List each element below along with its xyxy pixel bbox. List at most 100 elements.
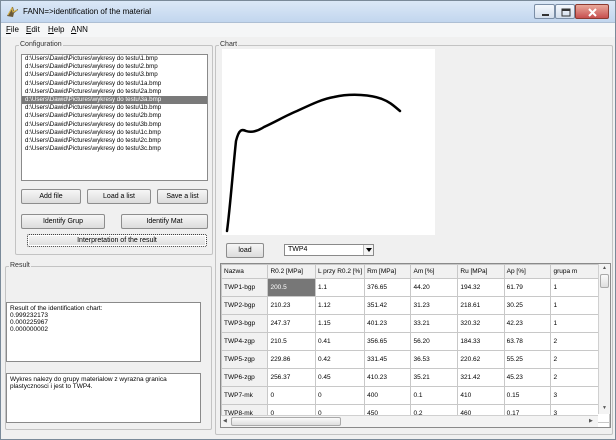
menu-file[interactable]: File — [6, 25, 19, 34]
table-cell[interactable]: 210.5 — [267, 332, 316, 351]
table-row[interactable]: TWP7-mk 0 0 400 0.1 410 0.15 3 — [221, 386, 610, 405]
table-row[interactable]: TWP4-zgp 210.5 0.41 356.65 56.20 184.33 63.78 2 — [221, 332, 610, 351]
table-cell[interactable]: 229.86 — [267, 350, 316, 369]
menu-help[interactable]: Help — [48, 25, 64, 34]
row-name-cell[interactable]: TWP2-bgp — [221, 296, 269, 315]
file-list-item[interactable]: d:\Users\Dawid\Pictures\wykresy do testu… — [22, 71, 207, 79]
table-horizontal-scrollbar[interactable]: ◀ ▶ — [221, 415, 598, 427]
table-cell[interactable]: 1.12 — [314, 296, 366, 315]
table-cell[interactable]: 0 — [314, 386, 366, 405]
table-cell[interactable]: 55.25 — [503, 350, 552, 369]
table-cell[interactable]: 220.62 — [457, 350, 505, 369]
table-cell[interactable]: 45.23 — [503, 368, 552, 387]
file-list-item[interactable]: d:\Users\Dawid\Pictures\wykresy do testu… — [22, 121, 207, 129]
identification-result-textbox[interactable]: Result of the identification chart: 0.99… — [6, 302, 201, 362]
file-list-item[interactable]: d:\Users\Dawid\Pictures\wykresy do testu… — [22, 137, 207, 145]
file-list-item[interactable]: d:\Users\Dawid\Pictures\wykresy do testu… — [22, 145, 207, 153]
interpretation-textbox[interactable]: Wykres nalezy do grupy materialow z wyra… — [6, 373, 201, 423]
file-list[interactable]: d:\Users\Dawid\Pictures\wykresy do testu… — [21, 54, 208, 181]
add-file-button[interactable]: Add file — [21, 189, 81, 204]
file-list-item[interactable]: d:\Users\Dawid\Pictures\wykresy do testu… — [22, 104, 207, 112]
table-row[interactable]: TWP6-zgp 256.37 0.45 410.23 35.21 321.42 45.23… — [221, 368, 610, 387]
chevron-down-icon[interactable] — [363, 245, 373, 255]
minimize-button[interactable] — [534, 4, 555, 19]
menu-edit[interactable]: Edit — [26, 25, 40, 34]
identify-grup-button[interactable]: Identify Grup — [21, 214, 105, 229]
column-header[interactable]: Ap [%] — [503, 264, 552, 279]
row-name-cell[interactable]: TWP3-bgp — [221, 314, 269, 333]
scroll-up-icon[interactable]: ▲ — [602, 265, 607, 271]
table-cell[interactable]: 256.37 — [267, 368, 316, 387]
table-cell[interactable]: 210.23 — [267, 296, 316, 315]
interpretation-button[interactable]: Interpretation of the result — [27, 234, 207, 247]
table-cell[interactable]: 400 — [364, 386, 412, 405]
table-cell[interactable]: 0.15 — [503, 386, 552, 405]
table-cell[interactable]: 0 — [267, 386, 316, 405]
file-list-item[interactable]: d:\Users\Dawid\Pictures\wykresy do testu… — [22, 55, 207, 63]
table-row[interactable]: TWP1-bgp 200.5 1.1 376.65 44.20 194.32 61.79 1 — [221, 278, 610, 297]
table-cell[interactable]: 320.32 — [457, 314, 505, 333]
save-list-button[interactable]: Save a list — [157, 189, 208, 204]
file-list-item[interactable]: d:\Users\Dawid\Pictures\wykresy do testu… — [22, 63, 207, 71]
table-cell[interactable]: 42.23 — [503, 314, 552, 333]
table-vertical-scrollbar[interactable]: ▲ ▼ — [598, 264, 610, 414]
row-name-cell[interactable]: TWP7-mk — [221, 386, 269, 405]
table-cell[interactable]: 35.21 — [410, 368, 459, 387]
table-cell[interactable]: 1.1 — [314, 278, 366, 297]
table-row[interactable]: TWP2-bgp 210.23 1.12 351.42 31.23 218.61 30.25… — [221, 296, 610, 315]
horizontal-scroll-thumb[interactable] — [231, 417, 341, 426]
close-button[interactable] — [575, 4, 609, 19]
column-header[interactable]: Rm [MPa] — [364, 264, 412, 279]
table-row[interactable]: TWP3-bgp 247.37 1.15 401.23 33.21 320.32 42.23… — [221, 314, 610, 333]
row-name-cell[interactable]: TWP4-zgp — [221, 332, 269, 351]
table-cell[interactable]: 218.61 — [457, 296, 505, 315]
table-cell[interactable]: 0.42 — [314, 350, 366, 369]
table-cell[interactable]: 33.21 — [410, 314, 459, 333]
file-list-item[interactable]: d:\Users\Dawid\Pictures\wykresy do testu… — [22, 80, 207, 88]
column-header[interactable]: L przy R0.2 [%] — [314, 264, 366, 279]
table-cell[interactable]: 31.23 — [410, 296, 459, 315]
table-cell[interactable]: 61.79 — [503, 278, 552, 297]
table-cell[interactable]: 401.23 — [364, 314, 412, 333]
table-cell[interactable]: 30.25 — [503, 296, 552, 315]
table-cell[interactable]: 356.65 — [364, 332, 412, 351]
table-cell[interactable]: 200.5 — [267, 278, 316, 297]
table-cell[interactable]: 44.20 — [410, 278, 459, 297]
file-list-item[interactable]: d:\Users\Dawid\Pictures\wykresy do testu… — [22, 88, 207, 96]
table-cell[interactable]: 63.78 — [503, 332, 552, 351]
vertical-scroll-thumb[interactable] — [600, 274, 609, 288]
scroll-left-icon[interactable]: ◀ — [223, 418, 227, 424]
table-cell[interactable]: 0.1 — [410, 386, 459, 405]
table-cell[interactable]: 56.20 — [410, 332, 459, 351]
material-combo[interactable]: TWP4 — [284, 244, 374, 256]
table-cell[interactable]: 331.45 — [364, 350, 412, 369]
table-cell[interactable]: 194.32 — [457, 278, 505, 297]
title-bar[interactable]: FANN=>identification of the material — [1, 1, 615, 23]
load-list-button[interactable]: Load a list — [87, 189, 151, 204]
column-header[interactable]: R0.2 [MPa] — [267, 264, 316, 279]
scroll-right-icon[interactable]: ▶ — [589, 418, 593, 424]
table-row[interactable]: TWP5-zgp 229.86 0.42 331.45 36.53 220.62 55.25… — [221, 350, 610, 369]
maximize-button[interactable] — [555, 4, 575, 19]
column-header[interactable]: Ru [MPa] — [457, 264, 505, 279]
table-cell[interactable]: 247.37 — [267, 314, 316, 333]
menu-ann[interactable]: ANN — [71, 25, 88, 34]
column-header[interactable]: Nazwa — [221, 264, 269, 279]
table-cell[interactable]: 36.53 — [410, 350, 459, 369]
table-cell[interactable]: 351.42 — [364, 296, 412, 315]
materials-table[interactable]: Nazwa R0.2 [MPa] L przy R0.2 [%] Rm [MPa… — [220, 263, 611, 428]
table-cell[interactable]: 410 — [457, 386, 505, 405]
table-cell[interactable]: 1.15 — [314, 314, 366, 333]
table-cell[interactable]: 0.41 — [314, 332, 366, 351]
table-cell[interactable]: 410.23 — [364, 368, 412, 387]
file-list-item-selected[interactable]: d:\Users\Dawid\Pictures\wykresy do testu… — [22, 95, 207, 105]
row-name-cell[interactable]: TWP5-zgp — [221, 350, 269, 369]
table-cell[interactable]: 184.33 — [457, 332, 505, 351]
identify-mat-button[interactable]: Identify Mat — [121, 214, 208, 229]
file-list-item[interactable]: d:\Users\Dawid\Pictures\wykresy do testu… — [22, 112, 207, 120]
row-name-cell[interactable]: TWP1-bgp — [221, 278, 269, 297]
table-cell[interactable]: 376.65 — [364, 278, 412, 297]
row-name-cell[interactable]: TWP6-zgp — [221, 368, 269, 387]
table-cell[interactable]: 0.45 — [314, 368, 366, 387]
load-button[interactable]: load — [226, 243, 264, 258]
